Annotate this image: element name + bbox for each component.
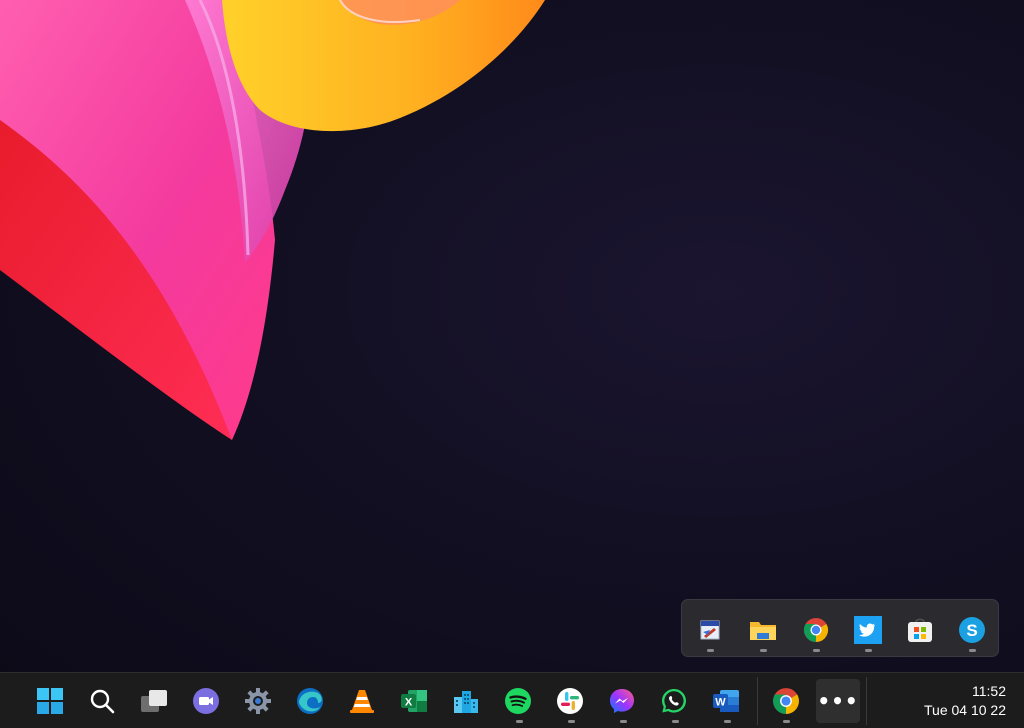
svg-text:W: W bbox=[715, 697, 726, 709]
system-clock[interactable]: 11:52 Tue 04 10 22 bbox=[924, 682, 1006, 720]
clock-time: 11:52 bbox=[972, 683, 1006, 699]
running-indicator bbox=[760, 649, 767, 652]
flyout-app-file-explorer[interactable] bbox=[743, 610, 783, 650]
whatsapp-button[interactable] bbox=[652, 679, 696, 723]
gear-icon bbox=[245, 688, 271, 714]
flyout-app-skype[interactable]: S bbox=[952, 610, 992, 650]
word-button[interactable]: W bbox=[704, 679, 748, 723]
store-bag-icon bbox=[908, 618, 932, 642]
running-indicator bbox=[620, 720, 627, 723]
task-view-button[interactable] bbox=[132, 679, 176, 723]
running-indicator bbox=[813, 649, 820, 652]
chat-camera-icon bbox=[193, 688, 219, 714]
search-button[interactable] bbox=[80, 679, 124, 723]
word-icon: W bbox=[713, 690, 739, 712]
edge-button[interactable] bbox=[288, 679, 332, 723]
svg-text:S: S bbox=[966, 621, 977, 640]
task-view-icon bbox=[141, 690, 167, 712]
running-indicator bbox=[707, 649, 714, 652]
clock-date: Tue 04 10 22 bbox=[924, 702, 1006, 718]
vlc-button[interactable] bbox=[340, 679, 384, 723]
slack-icon bbox=[557, 688, 583, 714]
edge-icon bbox=[297, 688, 323, 714]
running-indicator bbox=[724, 720, 731, 723]
running-indicator bbox=[969, 649, 976, 652]
teams-chat-button[interactable] bbox=[184, 679, 228, 723]
folder-icon bbox=[750, 622, 776, 640]
taskbar-separator bbox=[866, 677, 867, 725]
buildings-icon bbox=[454, 691, 478, 713]
paint-icon bbox=[700, 620, 720, 640]
twitter-icon bbox=[854, 616, 882, 644]
svg-text:X: X bbox=[405, 697, 413, 709]
taskbar-overflow-button[interactable]: ••• bbox=[816, 679, 860, 723]
spotify-icon bbox=[505, 688, 531, 714]
taskbar: X W ••• 11:52 Tue 04 10 22 bbox=[0, 672, 1024, 728]
whatsapp-icon bbox=[662, 689, 686, 713]
flyout-app-paint[interactable] bbox=[690, 610, 730, 650]
search-icon bbox=[90, 689, 115, 714]
messenger-button[interactable] bbox=[600, 679, 644, 723]
windows-logo-icon bbox=[37, 688, 63, 714]
running-indicator bbox=[672, 720, 679, 723]
messenger-icon bbox=[610, 689, 634, 713]
slack-button[interactable] bbox=[548, 679, 592, 723]
more-dots-icon: ••• bbox=[817, 689, 859, 713]
skype-icon: S bbox=[959, 617, 985, 643]
settings-button[interactable] bbox=[236, 679, 280, 723]
city-app-button[interactable] bbox=[444, 679, 488, 723]
chrome-icon bbox=[773, 688, 799, 714]
running-indicator bbox=[568, 720, 575, 723]
running-indicator bbox=[783, 720, 790, 723]
taskbar-separator bbox=[757, 677, 758, 725]
vlc-cone-icon bbox=[350, 690, 374, 713]
start-button[interactable] bbox=[28, 679, 72, 723]
desktop-wallpaper bbox=[0, 0, 545, 440]
flyout-app-twitter[interactable] bbox=[848, 610, 888, 650]
spotify-button[interactable] bbox=[496, 679, 540, 723]
chrome-button[interactable] bbox=[764, 679, 808, 723]
excel-button[interactable]: X bbox=[392, 679, 436, 723]
excel-icon: X bbox=[401, 690, 427, 712]
running-indicator bbox=[516, 720, 523, 723]
bloom-petals bbox=[0, 0, 545, 440]
chrome-icon bbox=[803, 618, 829, 642]
flyout-app-chrome[interactable] bbox=[796, 610, 836, 650]
taskbar-overflow-flyout: S bbox=[681, 599, 999, 657]
flyout-app-microsoft-store[interactable] bbox=[900, 610, 940, 650]
running-indicator bbox=[865, 649, 872, 652]
